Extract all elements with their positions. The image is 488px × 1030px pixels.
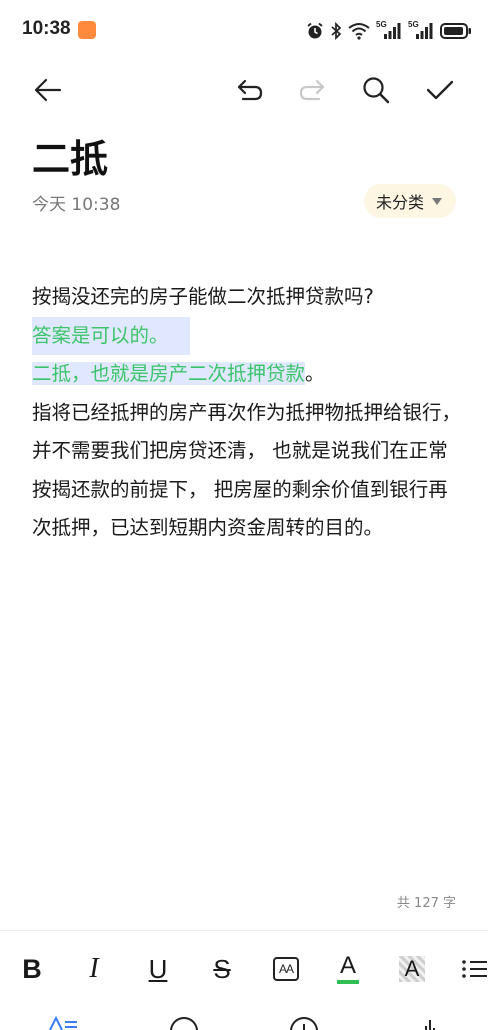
text-style-icon xyxy=(49,1016,77,1030)
italic-label: I xyxy=(89,953,99,984)
strikethrough-button[interactable]: S xyxy=(202,949,242,989)
paragraph-question: 按揭没还完的房子能做二次抵押贷款吗? xyxy=(32,285,374,308)
undo-icon xyxy=(237,79,263,101)
text-size-button[interactable]: AA xyxy=(266,949,306,989)
word-count: 共 127 字 xyxy=(396,896,456,911)
caret-down-icon xyxy=(432,197,442,205)
text-color-swatch xyxy=(337,980,359,984)
category-selector[interactable]: 未分类 xyxy=(363,184,456,218)
paragraph-answer: 答案是可以的。 xyxy=(32,316,190,355)
paragraph-definition-end: 。 xyxy=(305,362,325,385)
text-highlight-label: A xyxy=(404,956,420,981)
redo-icon xyxy=(299,79,325,101)
battery-icon xyxy=(440,23,471,39)
text-color-icon: A xyxy=(337,954,359,984)
text-style-button[interactable] xyxy=(44,1016,80,1030)
insert-button[interactable] xyxy=(286,1016,322,1030)
undo-button[interactable] xyxy=(230,70,270,110)
underline-button[interactable]: U xyxy=(138,949,178,989)
list-icon xyxy=(462,960,487,978)
voice-wave-icon xyxy=(421,1020,435,1030)
arrow-left-icon xyxy=(34,78,62,102)
text-highlight-button[interactable]: A xyxy=(392,949,432,989)
paragraph-explanation: 指将已经抵押的房产再次作为抵押物抵押给银行，并不需要我们把房贷还清， 也就是说我… xyxy=(32,400,462,540)
note-body[interactable]: 按揭没还完的房子能做二次抵押贷款吗? 答案是可以的。 二抵，也就是房产二次抵押贷… xyxy=(32,278,462,548)
editor-toolbar xyxy=(0,62,488,118)
redo-button[interactable] xyxy=(292,70,332,110)
status-icons: 5G 5G xyxy=(306,20,472,42)
wifi-icon xyxy=(348,23,370,40)
voice-button[interactable] xyxy=(410,1016,446,1030)
text-color-button[interactable]: A xyxy=(328,949,368,989)
check-icon xyxy=(426,80,454,100)
format-bar: B I U S AA A A xyxy=(0,930,488,1008)
paragraph-definition-highlight: 二抵，也就是房产二次抵押贷款 xyxy=(32,362,306,385)
status-time: 10:38 xyxy=(22,18,71,39)
done-button[interactable] xyxy=(420,70,460,110)
bluetooth-icon xyxy=(331,22,342,40)
text-size-icon: AA xyxy=(273,957,299,981)
search-icon xyxy=(363,77,390,104)
strikethrough-label: S xyxy=(213,953,231,984)
add-circle-icon xyxy=(290,1017,318,1030)
back-button[interactable] xyxy=(28,70,68,110)
checklist-icon xyxy=(170,1017,198,1030)
italic-button[interactable]: I xyxy=(74,949,114,989)
cellular-signal-1-icon: 5G xyxy=(376,20,402,40)
app-notification-icon xyxy=(78,21,96,39)
bold-button[interactable]: B xyxy=(12,949,52,989)
note-timestamp: 今天 10:38 xyxy=(32,195,121,215)
bottom-action-bar xyxy=(0,1008,488,1030)
cellular-signal-2-icon: 5G xyxy=(408,20,434,40)
paragraph-definition-wrap: 二抵，也就是房产二次抵押贷款。 xyxy=(32,355,462,394)
highlight-icon: A xyxy=(399,956,425,982)
note-title[interactable]: 二抵 xyxy=(32,128,108,183)
category-label: 未分类 xyxy=(375,193,424,212)
status-bar: 10:38 5G 5G xyxy=(0,0,488,62)
checklist-button[interactable] xyxy=(166,1016,202,1030)
paragraph-answer-wrap: 答案是可以的。 xyxy=(32,316,462,355)
bold-label: B xyxy=(22,953,42,984)
alarm-icon xyxy=(307,22,323,39)
underline-label: U xyxy=(148,953,168,984)
search-button[interactable] xyxy=(356,70,396,110)
text-size-label: AA xyxy=(278,962,294,976)
list-button[interactable] xyxy=(454,949,488,989)
text-color-label: A xyxy=(339,952,356,979)
